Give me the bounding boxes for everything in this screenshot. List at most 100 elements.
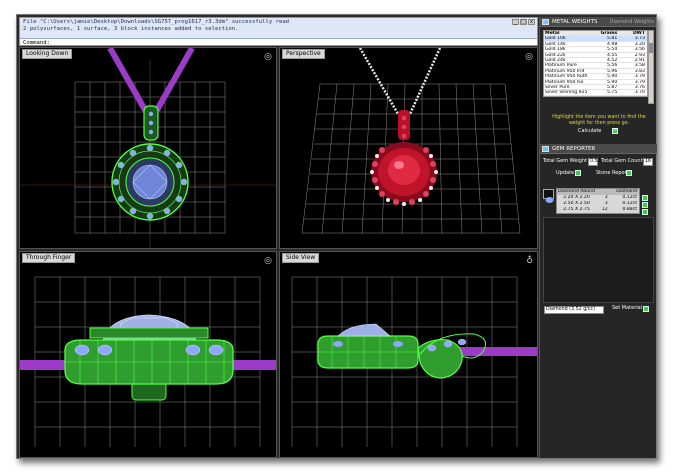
gem-row-button[interactable]	[642, 202, 648, 208]
metal-weights-scrollbar[interactable]	[648, 30, 654, 104]
metal-weights-rows: Gold 10k 5.81 3.73 Gold 14k 4.98 3.20 Gold 18k…	[544, 36, 647, 96]
gem-row-button[interactable]	[642, 195, 648, 201]
diamond-weights-tab[interactable]: Diamond Weights	[610, 18, 654, 26]
perspective-canvas	[301, 48, 521, 234]
viewport-perspective[interactable]: Perspective ◎	[279, 47, 538, 249]
table-cell: 5.75	[607, 90, 618, 95]
side-view-canvas	[291, 276, 537, 447]
stone-report-button[interactable]	[626, 170, 632, 176]
command-window-controls: _ □ x	[512, 19, 535, 25]
viewport-title[interactable]: Side View	[282, 253, 320, 263]
viewport-side-view[interactable]: Side View ♁	[279, 251, 538, 458]
table-cell: Gold 24k	[545, 57, 566, 63]
table-cell: 5.54	[607, 47, 618, 52]
table-row[interactable]: 2.75 X 2.75 12 0.88ct	[557, 207, 639, 213]
gem-report-area	[543, 217, 654, 303]
table-cell: 3.58	[634, 63, 645, 68]
scrollbar-thumb[interactable]	[649, 43, 653, 53]
gem-icon	[542, 146, 549, 152]
viewport-title[interactable]: Perspective	[282, 49, 325, 59]
metal-weights-title: METAL WEIGHTS	[552, 19, 598, 25]
table-cell: 3.70	[634, 90, 645, 95]
gem-report-rows: 2.20 X 2.20 3 0.12ct 2.50 X 2.50 3 0.12ct 2.75…	[557, 195, 639, 213]
column-header[interactable]: Grams	[590, 31, 618, 35]
minimize-button[interactable]: _	[512, 19, 519, 25]
top-view-canvas	[20, 48, 276, 248]
viewport-looking-down[interactable]: Looking Down ◎	[19, 47, 277, 249]
history-line: 2 polysurfaces, 1 surface, 3 block insta…	[23, 25, 239, 32]
table-cell: 3.73	[634, 36, 645, 41]
gem-report-table[interactable]: Diamond Round Diamond 2.20 X 2.20 3 0.12ct…	[556, 188, 640, 214]
table-cell: 5.96	[607, 68, 618, 74]
ring-view-icon: ◎	[264, 256, 272, 266]
table-cell: 2.93	[634, 52, 645, 57]
viewport-title[interactable]: Through Finger	[22, 253, 76, 263]
ring-view-icon: ◎	[525, 52, 533, 62]
metal-weights-header: METAL WEIGHTS Diamond Weights	[540, 17, 656, 27]
table-cell: 5.87	[607, 84, 618, 90]
total-gem-count-value: 16	[643, 158, 653, 166]
table-cell: 0.88ct	[622, 207, 637, 212]
gem-reporter-header: GEM REPORTER	[540, 144, 657, 154]
update-button[interactable]	[575, 170, 581, 176]
set-material-button[interactable]	[643, 306, 649, 312]
command-prompt[interactable]: Command:	[20, 38, 537, 46]
table-cell: 5.90	[607, 74, 618, 79]
calculate-label: Calculate	[578, 128, 602, 134]
set-material-label: Set Material	[612, 305, 643, 311]
gem-reporter-title: GEM REPORTER	[552, 146, 596, 152]
table-row[interactable]: Silver Sterling 925 5.75 3.70	[544, 90, 647, 96]
table-cell: 2.91	[634, 57, 645, 63]
command-history: File "C:\Users\jamie\Desktop\Downloads\S…	[20, 18, 537, 38]
command-window[interactable]: File "C:\Users\jamie\Desktop\Downloads\S…	[19, 17, 538, 46]
stone-report-label: Stone Report	[596, 170, 629, 176]
update-label: Update	[556, 170, 575, 176]
table-cell: 3.83	[634, 68, 645, 74]
viewport-through-finger[interactable]: Through Finger ◎	[19, 251, 277, 458]
pendant-view-icon: ♁	[526, 256, 533, 266]
plugin-panel: METAL WEIGHTS Diamond Weights Metal Gram…	[539, 17, 657, 458]
total-gem-weight-label: Total Gem Weight	[543, 158, 588, 164]
table-cell: 3.76	[634, 84, 645, 90]
maximize-button[interactable]: □	[520, 19, 527, 25]
table-cell: 3.20	[634, 41, 645, 47]
table-cell: Gold 18k	[545, 47, 566, 52]
table-cell: Platinum 950 Ruth	[545, 74, 588, 79]
table-cell: 4.98	[607, 41, 618, 47]
table-cell: 5.90	[607, 79, 618, 84]
column-header[interactable]: DWT	[617, 31, 647, 35]
table-cell: 3.56	[634, 47, 645, 52]
diamond-thumbnail	[543, 189, 554, 203]
total-gem-count-label: Total Gem Count	[601, 158, 643, 164]
table-cell: 3.79	[634, 79, 645, 84]
table-cell: Platinum Pure	[545, 63, 577, 68]
history-line: File "C:\Users\jamie\Desktop\Downloads\S…	[23, 19, 290, 25]
table-cell: 4.55	[607, 52, 618, 57]
total-gem-weight-value: 0.52	[588, 158, 601, 166]
table-cell: Silver Sterling 925	[545, 90, 588, 95]
application-window: File "C:\Users\jamie\Desktop\Downloads\S…	[16, 14, 657, 459]
metal-weights-table[interactable]: Metal Grams DWT Gold 10k 5.81 3.73 Gold 14k…	[543, 30, 648, 97]
viewport-title[interactable]: Looking Down	[22, 49, 73, 59]
table-cell: Gold 14k	[545, 41, 566, 47]
instruction-text: Highlight the item you want to find the …	[552, 115, 646, 126]
table-cell: 5.81	[607, 36, 618, 41]
table-cell: Gold 22k	[545, 52, 566, 57]
table-cell: 12	[601, 207, 608, 212]
table-cell: Platinum 950 Irid	[545, 68, 585, 74]
calculate-go-button[interactable]: >	[612, 128, 618, 134]
table-cell: 3.79	[634, 74, 645, 79]
front-view-canvas	[20, 276, 276, 447]
scale-icon	[542, 19, 549, 25]
gem-row-button[interactable]	[642, 209, 648, 215]
close-button[interactable]: x	[528, 19, 535, 25]
column-header[interactable]: Metal	[544, 31, 590, 35]
ring-view-icon: ◎	[264, 52, 272, 62]
material-dropdown[interactable]: Diamond (3.52 g/cc)	[544, 306, 604, 314]
table-cell: Gold 10k	[545, 36, 566, 41]
table-cell: 2.75 X 2.75	[563, 207, 590, 212]
table-cell: 5.56	[607, 63, 618, 68]
table-cell: 4.52	[607, 57, 618, 63]
table-cell: Silver Pure	[545, 84, 570, 90]
table-cell: Platinum 950 Iso	[545, 79, 584, 84]
